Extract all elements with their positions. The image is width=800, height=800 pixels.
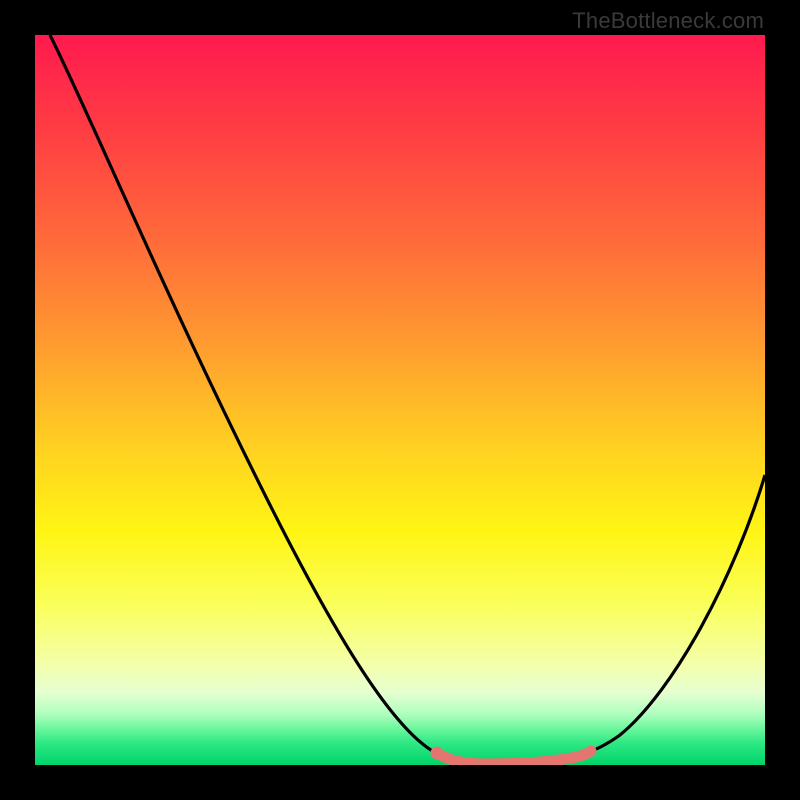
bottleneck-curve xyxy=(35,35,765,765)
curve-highlight xyxy=(437,751,591,764)
watermark-text: TheBottleneck.com xyxy=(572,8,764,34)
chart-frame: TheBottleneck.com xyxy=(0,0,800,800)
highlight-start-dot xyxy=(431,747,444,760)
curve-main xyxy=(50,35,765,762)
plot-area xyxy=(35,35,765,765)
